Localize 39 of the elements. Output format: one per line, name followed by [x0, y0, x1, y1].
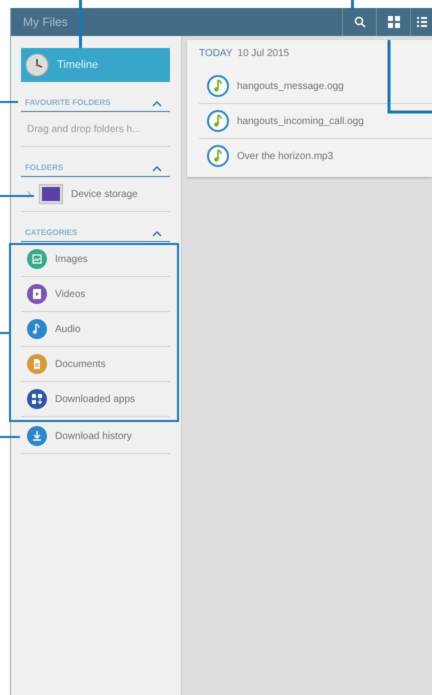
sidebar-item[interactable]: Documents: [55, 358, 106, 370]
leader-line: [0, 195, 34, 197]
search-icon: [354, 16, 366, 28]
file-name[interactable]: hangouts_incoming_call.ogg: [237, 116, 364, 126]
leader-line: [0, 101, 18, 103]
leader-line: [0, 436, 20, 438]
hint-text: Drag and drop folders h...: [27, 124, 140, 134]
group-date: 10 Jul 2015: [238, 48, 290, 59]
chevron-up-icon[interactable]: [152, 166, 162, 172]
group-label: TODAY: [199, 48, 233, 59]
document-icon: [27, 354, 47, 374]
download-icon: [27, 426, 47, 446]
clock-icon: [25, 53, 49, 77]
grid-icon: [388, 16, 400, 28]
section-title: CATEGORIES: [25, 228, 78, 237]
sidebar-item[interactable]: Images: [55, 254, 88, 264]
music-note-icon: [207, 75, 229, 97]
sidebar-item[interactable]: Download history: [55, 430, 132, 442]
chevron-up-icon[interactable]: [152, 231, 162, 237]
file-name[interactable]: hangouts_message.ogg: [237, 80, 344, 92]
leader-line: [79, 0, 82, 48]
list-icon: [416, 16, 426, 28]
sidebar-item[interactable]: Videos: [55, 288, 86, 300]
music-note-icon: [207, 145, 229, 167]
file-name[interactable]: Over the horizon.mp3: [237, 150, 334, 162]
sidebar-item[interactable]: Downloaded apps: [55, 394, 136, 404]
timeline-item[interactable]: Timeline: [21, 48, 170, 82]
music-note-icon: [207, 110, 229, 132]
sidebar-item[interactable]: Device storage: [71, 188, 138, 200]
image-icon: [27, 249, 47, 269]
section-title: FAVOURITE FOLDERS: [25, 98, 111, 107]
app-title: My Files: [23, 15, 69, 29]
apps-download-icon: [27, 389, 47, 409]
folder-icon: [39, 184, 63, 204]
chevron-up-icon[interactable]: [152, 101, 162, 107]
section-title: FOLDERS: [25, 163, 64, 172]
sidebar-item[interactable]: Audio: [55, 324, 81, 334]
film-icon: [27, 284, 47, 304]
music-note-icon: [27, 319, 47, 339]
